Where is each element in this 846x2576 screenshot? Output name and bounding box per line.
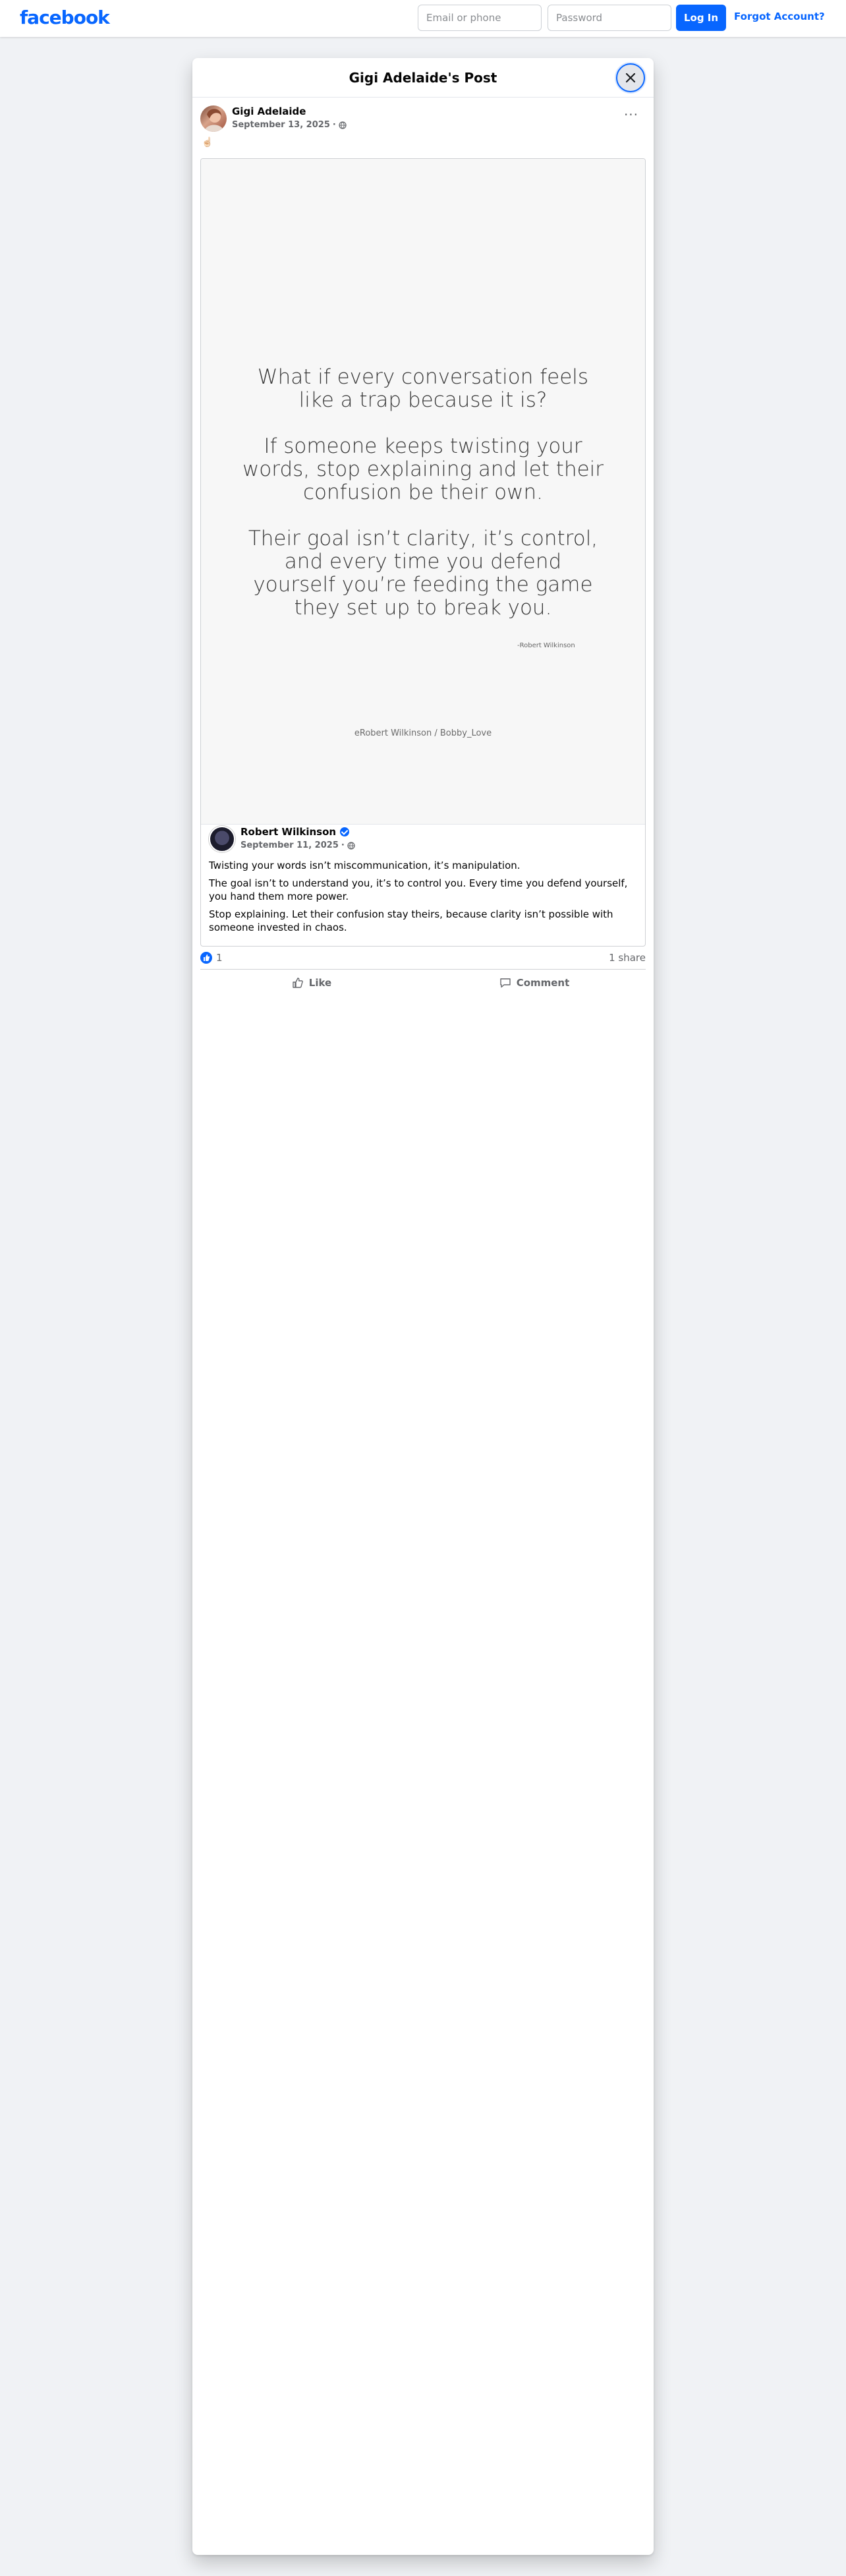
- top-bar: facebook Log In Forgot Account?: [0, 0, 846, 37]
- dialog-header: Gigi Adelaide's Post: [192, 58, 654, 98]
- password-field[interactable]: [548, 5, 671, 31]
- globe-icon: [339, 121, 347, 129]
- more-options-button[interactable]: ···: [619, 108, 643, 125]
- shared-post-text: Twisting your words isn’t miscommunicati…: [209, 859, 638, 939]
- meta-separator: ·: [332, 120, 336, 130]
- action-bar: Like Comment: [200, 969, 646, 998]
- quote-line: What if every conversation feels like a …: [257, 365, 589, 412]
- quote-line: If someone keeps twisting your words, st…: [242, 434, 604, 504]
- post-meta: September 13, 2025 ·: [232, 120, 347, 130]
- like-label: Like: [308, 977, 332, 989]
- shared-paragraph: The goal isn’t to understand you, it’s t…: [209, 877, 628, 902]
- globe-icon: [347, 841, 355, 850]
- shared-paragraph: Twisting your words isn’t miscommunicati…: [209, 860, 521, 871]
- quote-image[interactable]: What if every conversation feels like a …: [201, 159, 645, 825]
- close-button[interactable]: [616, 63, 645, 92]
- comment-label: Comment: [516, 977, 570, 989]
- post-text: ☝🏻: [202, 137, 213, 148]
- dialog-title: Gigi Adelaide's Post: [349, 70, 497, 86]
- shared-post-card[interactable]: What if every conversation feels like a …: [200, 158, 646, 947]
- quote-line: Their goal isn’t clarity, it’s control, …: [248, 527, 598, 620]
- post-dialog: Gigi Adelaide's Post Gigi Adelaide Septe…: [192, 58, 654, 2555]
- shared-paragraph: Stop explaining. Let their confusion sta…: [209, 908, 613, 933]
- quote-author: -Robert Wilkinson: [517, 642, 575, 649]
- shared-author-name-row: Robert Wilkinson: [240, 826, 350, 838]
- meta-separator: ·: [341, 840, 345, 850]
- forgot-account-link[interactable]: Forgot Account?: [734, 11, 825, 22]
- quote-text: What if every conversation feels like a …: [240, 366, 606, 643]
- like-button[interactable]: Like: [200, 970, 423, 996]
- comment-button[interactable]: Comment: [423, 970, 646, 996]
- thumbs-up-icon: [293, 978, 303, 988]
- shared-author-name[interactable]: Robert Wilkinson: [240, 826, 336, 838]
- post-date[interactable]: September 13, 2025: [232, 120, 330, 130]
- share-count[interactable]: 1 share: [588, 952, 646, 964]
- shared-post-meta: September 11, 2025 ·: [240, 840, 355, 850]
- avatar-photo: [204, 109, 224, 132]
- author-name[interactable]: Gigi Adelaide: [232, 105, 306, 117]
- comment-icon: [499, 978, 511, 988]
- verified-badge-icon: [340, 827, 350, 836]
- author-avatar[interactable]: [200, 105, 227, 132]
- facebook-logo[interactable]: facebook: [20, 7, 110, 28]
- image-watermark: eRobert Wilkinson / Bobby_Love: [354, 728, 492, 738]
- reaction-count: 1: [216, 952, 223, 964]
- close-icon: [625, 73, 636, 83]
- email-field[interactable]: [418, 5, 542, 31]
- like-reaction-icon: [200, 952, 212, 964]
- shared-author-avatar[interactable]: [209, 826, 235, 852]
- shared-post-date[interactable]: September 11, 2025: [240, 840, 339, 850]
- login-button[interactable]: Log In: [676, 5, 726, 31]
- reactions-summary[interactable]: 1: [200, 952, 223, 964]
